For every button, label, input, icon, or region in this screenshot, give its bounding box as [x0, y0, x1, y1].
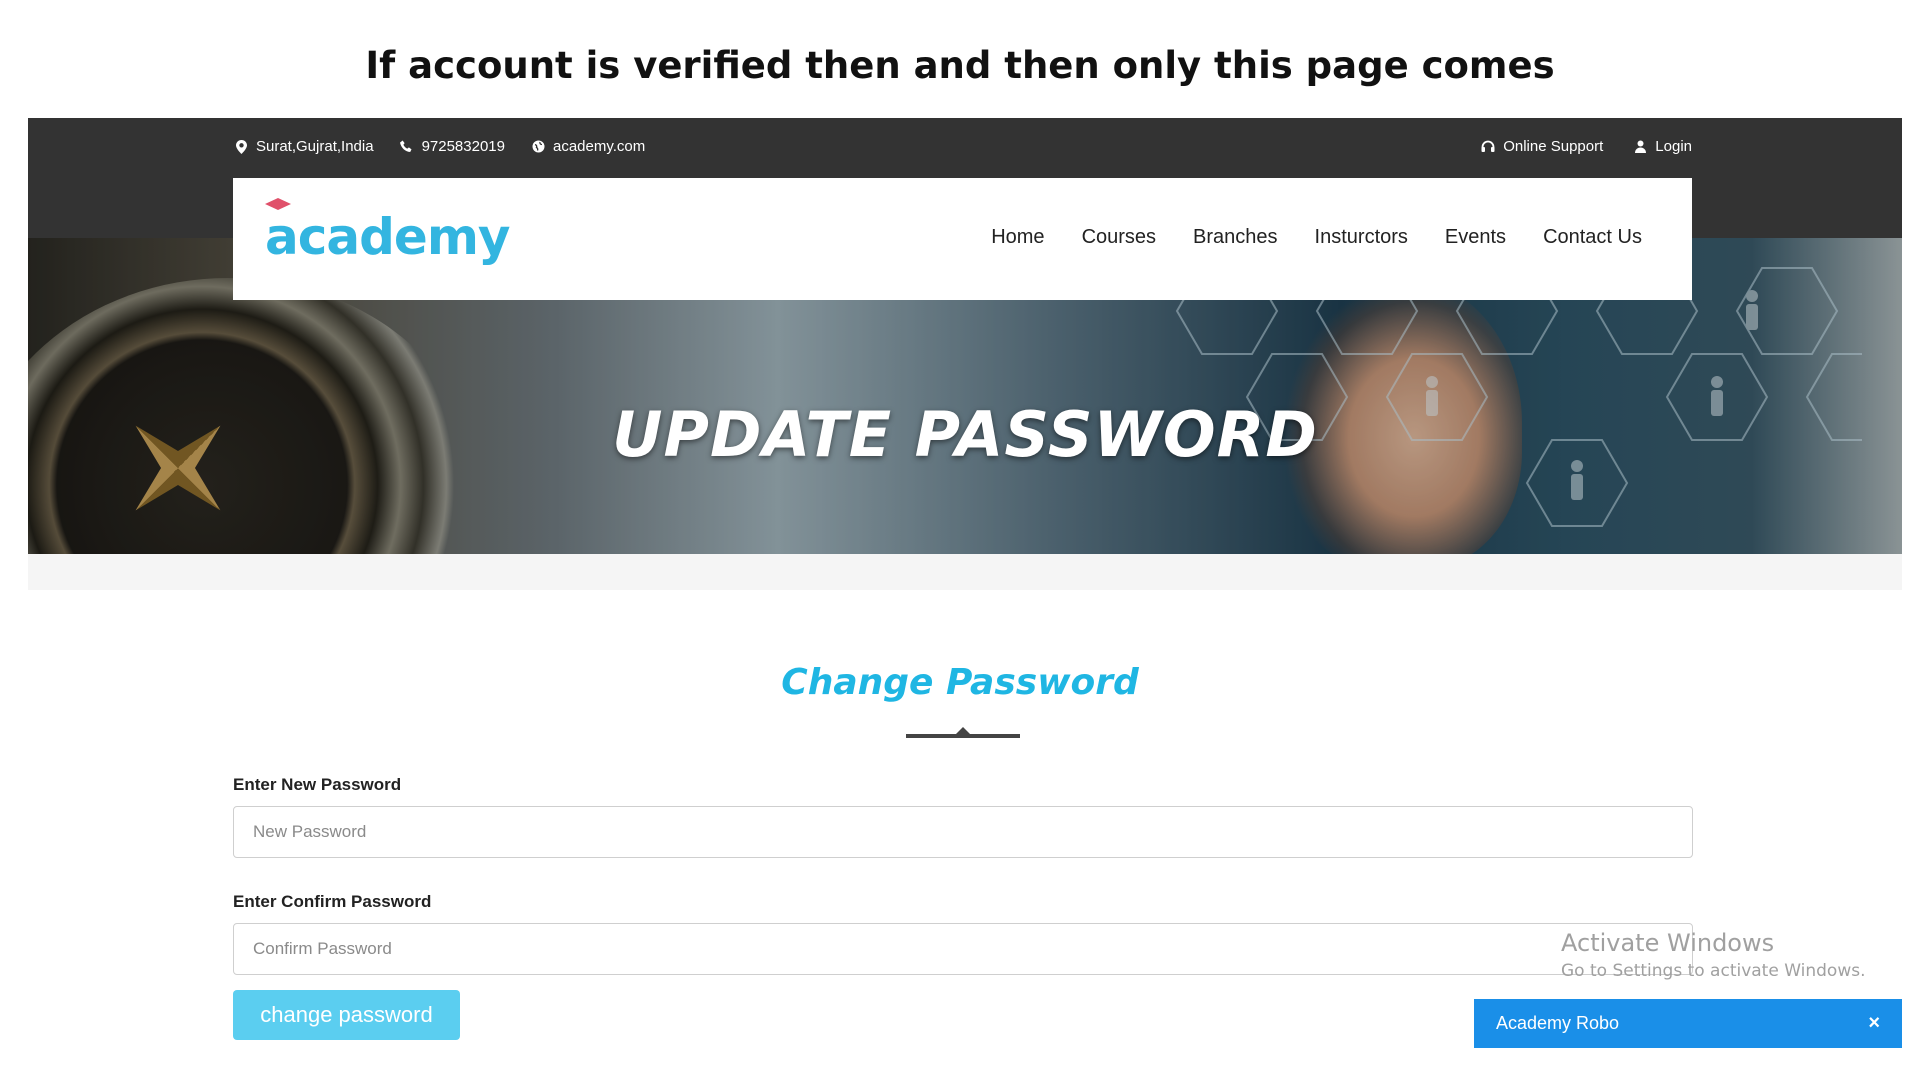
nav-contact-us[interactable]: Contact Us: [1543, 226, 1642, 249]
main-nav: Home Courses Branches Insturctors Events…: [991, 226, 1642, 249]
windows-activation-watermark: Activate Windows Go to Settings to activ…: [1561, 929, 1866, 981]
slide-caption: If account is verified then and then onl…: [365, 44, 1555, 87]
watermark-subtitle: Go to Settings to activate Windows.: [1561, 961, 1866, 981]
nav-events[interactable]: Events: [1445, 226, 1506, 249]
logo-text: academy: [265, 208, 511, 266]
watermark-title: Activate Windows: [1561, 929, 1775, 957]
nav-home[interactable]: Home: [991, 226, 1044, 249]
banner-bottom-strip: [28, 554, 1902, 590]
nav-branches[interactable]: Branches: [1193, 226, 1278, 249]
nav-instructors[interactable]: Insturctors: [1315, 226, 1408, 249]
header-navbar: academy Home Courses Branches Insturctor…: [233, 178, 1692, 300]
new-password-label: Enter New Password: [233, 775, 402, 794]
banner-title: UPDATE PASSWORD: [612, 398, 1318, 471]
title-divider-caret: [956, 727, 970, 734]
close-icon[interactable]: ×: [1868, 1012, 1880, 1035]
nav-courses[interactable]: Courses: [1082, 226, 1156, 249]
change-password-form: Enter New Password Enter Confirm Passwor…: [233, 775, 1693, 1009]
section-title: Change Password: [781, 662, 1139, 703]
title-divider: [906, 734, 1020, 738]
new-password-input[interactable]: [233, 806, 1693, 858]
change-password-button[interactable]: change password: [233, 990, 460, 1040]
confirm-password-label: Enter Confirm Password: [233, 892, 432, 911]
chat-widget-bar[interactable]: Academy Robo ×: [1474, 999, 1902, 1048]
website-screenshot: Surat,Gujrat,India 9725832019 academy.co…: [28, 118, 1902, 590]
confirm-password-input[interactable]: [233, 923, 1693, 975]
academy-logo[interactable]: academy: [265, 198, 511, 266]
chat-title: Academy Robo: [1496, 1013, 1620, 1033]
